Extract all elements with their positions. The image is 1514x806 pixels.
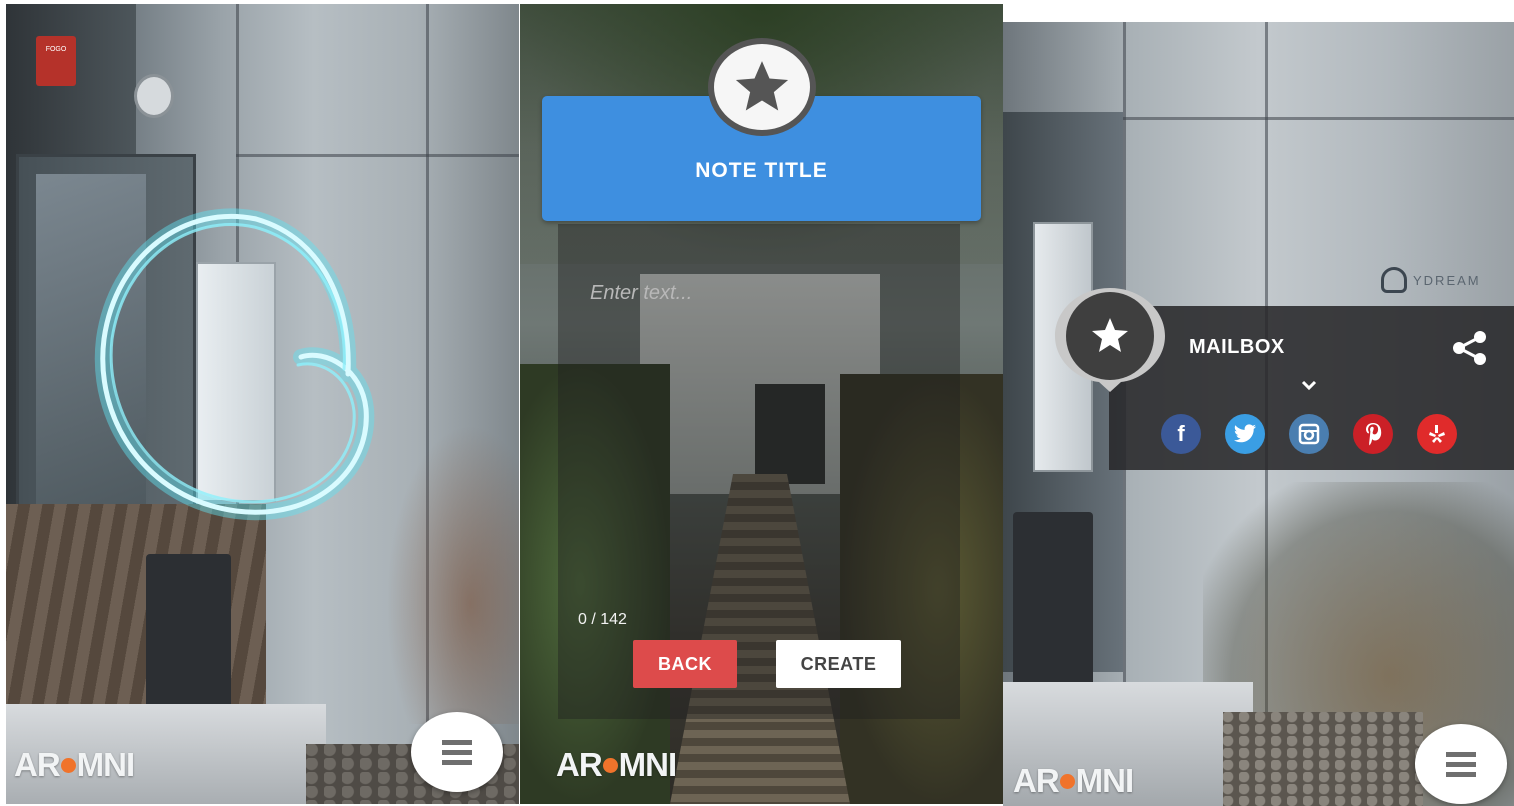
poi-panel: YDREAM MAILBOX f AR MNI bbox=[1003, 22, 1514, 806]
note-badge bbox=[708, 38, 816, 136]
star-icon bbox=[735, 61, 789, 111]
chevron-down-icon[interactable] bbox=[1299, 378, 1319, 392]
wall-lamp bbox=[134, 74, 174, 118]
create-note-panel: NOTE TITLE 0 / 142 BACK CREATE AR MNI bbox=[520, 4, 1003, 804]
logo-dot bbox=[1059, 773, 1075, 789]
create-button[interactable]: CREATE bbox=[776, 640, 901, 688]
hamburger-icon bbox=[442, 739, 472, 765]
facebook-icon[interactable]: f bbox=[1161, 414, 1201, 454]
ar-drawing-stroke[interactable] bbox=[86, 199, 386, 529]
logo-dot bbox=[60, 757, 76, 773]
note-text-input[interactable] bbox=[590, 278, 930, 308]
logo-left: AR bbox=[1013, 762, 1060, 799]
plant bbox=[386, 424, 519, 724]
back-button[interactable]: BACK bbox=[633, 640, 737, 688]
character-counter: 0 / 142 bbox=[578, 611, 627, 628]
poi-card[interactable]: MAILBOX f bbox=[1109, 306, 1514, 470]
logo-left: AR bbox=[14, 746, 61, 783]
note-title[interactable]: NOTE TITLE bbox=[695, 159, 828, 183]
ydream-logo-icon bbox=[1381, 267, 1407, 293]
twitter-icon[interactable] bbox=[1225, 414, 1265, 454]
hamburger-icon bbox=[1446, 751, 1476, 777]
logo-right: MNI bbox=[76, 746, 135, 783]
app-logo: AR MNI bbox=[556, 746, 677, 784]
logo-right: MNI bbox=[1075, 762, 1134, 799]
rocks bbox=[1223, 712, 1423, 806]
yelp-icon[interactable] bbox=[1417, 414, 1457, 454]
instagram-icon[interactable] bbox=[1289, 414, 1329, 454]
fire-alarm: FOGO bbox=[36, 36, 76, 86]
poi-title: MAILBOX bbox=[1189, 336, 1285, 358]
wall-seam bbox=[236, 154, 519, 157]
logo-dot bbox=[602, 757, 618, 773]
menu-button[interactable] bbox=[1415, 724, 1507, 804]
ar-drawing-panel: FOGO AR MNI bbox=[6, 4, 519, 804]
pinterest-icon[interactable] bbox=[1353, 414, 1393, 454]
wall-brand-sign: YDREAM bbox=[1381, 262, 1514, 298]
wall-brand-text: YDREAM bbox=[1413, 272, 1481, 288]
menu-button[interactable] bbox=[411, 712, 503, 792]
app-logo: AR MNI bbox=[1013, 762, 1134, 800]
fire-alarm-label: FOGO bbox=[45, 46, 67, 53]
app-logo: AR MNI bbox=[14, 746, 135, 784]
poi-pin-marker[interactable] bbox=[1051, 284, 1169, 392]
share-icon[interactable] bbox=[1450, 330, 1490, 366]
social-share-row: f bbox=[1161, 414, 1457, 454]
logo-right: MNI bbox=[618, 746, 677, 783]
logo-left: AR bbox=[556, 746, 603, 783]
